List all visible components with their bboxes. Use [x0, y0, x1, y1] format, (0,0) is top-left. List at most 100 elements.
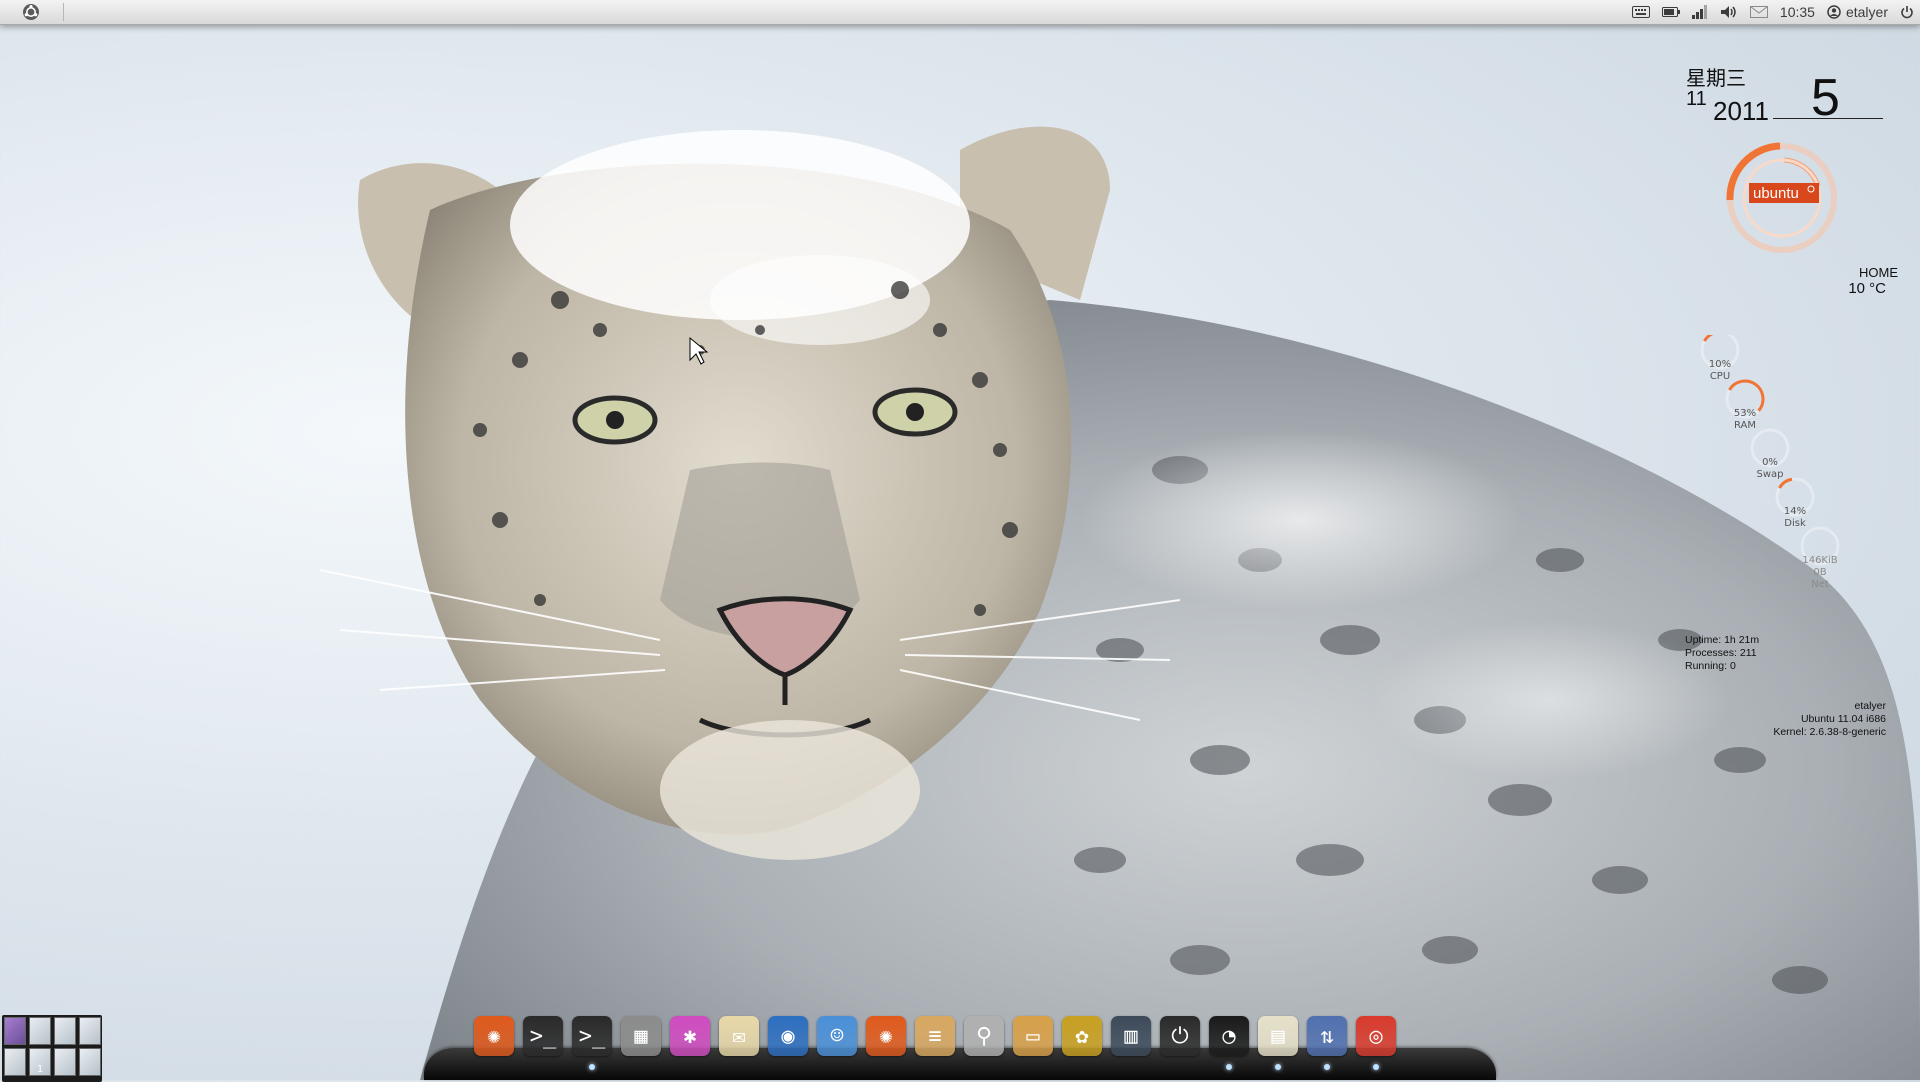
- search-icon[interactable]: ⚲: [964, 1016, 1004, 1056]
- running-indicator: [1275, 1064, 1281, 1070]
- mail-client-icon[interactable]: ✉: [719, 1016, 759, 1056]
- calendar-weekday: 星期三: [1686, 66, 1746, 90]
- running-text: Running: 0: [1685, 660, 1736, 672]
- workspace-switcher: 1: [2, 1015, 102, 1082]
- disk-label: Disk: [1784, 518, 1806, 529]
- cpu-ring-arc: [1703, 332, 1714, 342]
- clock-applet-glyph: ◔: [1222, 1023, 1236, 1049]
- system-monitor-rings: 10% CPU 53% RAM 0% Swap 14% Disk 146KiB …: [1700, 330, 1860, 605]
- mail-client-glyph: ✉: [732, 1023, 746, 1049]
- chrome-icon[interactable]: ◎: [1356, 1016, 1396, 1070]
- cpu-value: 10%: [1708, 359, 1732, 370]
- workspace-5[interactable]: [4, 1048, 26, 1076]
- running-indicator: [1324, 1064, 1330, 1070]
- power-icon[interactable]: [1900, 0, 1914, 24]
- terminal-glyph: >_: [578, 1023, 606, 1049]
- user-menu[interactable]: etalyer: [1827, 0, 1888, 24]
- workspace-3[interactable]: [54, 1017, 76, 1045]
- top-panel: 10:35 etalyer: [0, 0, 1920, 25]
- workspace-6[interactable]: 1: [29, 1048, 51, 1076]
- calendar-underline: [1773, 118, 1883, 119]
- ram-label: RAM: [1733, 420, 1756, 431]
- mail-icon[interactable]: [1749, 0, 1768, 24]
- user-name: etalyer: [1845, 4, 1888, 20]
- swap-stat: 0% Swap: [1752, 457, 1788, 481]
- indicator-tray: 10:35 etalyer: [1631, 0, 1914, 24]
- empathy-chat-glyph: ☺: [830, 1023, 844, 1049]
- document-viewer-icon[interactable]: ▤: [1258, 1016, 1298, 1070]
- process-info: Uptime: 1h 21m Processes: 211 Running: 0: [1685, 634, 1759, 673]
- chrome-glyph: ◎: [1369, 1023, 1383, 1049]
- processes-text: Processes: 211: [1685, 647, 1757, 659]
- battery-icon[interactable]: [1661, 0, 1680, 24]
- running-indicator: [589, 1064, 595, 1070]
- photo-viewer-glyph: ✿: [1075, 1023, 1089, 1049]
- terminal-icon[interactable]: >_: [572, 1016, 612, 1070]
- host-info: etalyer Ubuntu 11.04 i686 Kernel: 2.6.38…: [1740, 700, 1886, 739]
- user-icon: [1827, 5, 1841, 19]
- disk-stat: 14% Disk: [1777, 506, 1813, 530]
- firefox-glyph: ◉: [781, 1023, 795, 1049]
- workspace-2[interactable]: [29, 1017, 51, 1045]
- calculator-glyph: ▦: [634, 1023, 648, 1049]
- clock-applet-icon[interactable]: ◔: [1209, 1016, 1249, 1070]
- net-label: Net: [1811, 579, 1829, 590]
- host-user: etalyer: [1854, 700, 1886, 712]
- shutdown-icon[interactable]: ⏻: [1160, 1016, 1200, 1056]
- uptime-text: Uptime: 1h 21m: [1685, 634, 1760, 646]
- ubuntu-logo-ring-widget: ubuntu: [1726, 142, 1837, 253]
- calendar-day: 5: [1811, 69, 1840, 127]
- ram-stat: 53% RAM: [1727, 408, 1763, 432]
- folder-icon[interactable]: ▭: [1013, 1016, 1053, 1056]
- calendar-month: 11: [1686, 88, 1707, 110]
- volume-icon[interactable]: [1720, 0, 1738, 24]
- workspace-current-label: 1: [36, 1064, 44, 1075]
- calendar-year: 2011: [1713, 96, 1769, 126]
- clock-text: 10:35: [1779, 4, 1815, 20]
- ubuntu-one-icon[interactable]: ✺: [866, 1016, 906, 1056]
- network-signal-icon[interactable]: [1691, 0, 1708, 24]
- document-viewer-glyph: ▤: [1271, 1023, 1285, 1049]
- ubuntu-one-glyph: ✺: [879, 1023, 893, 1049]
- panel-separator: [63, 3, 64, 21]
- ubuntu-software-center-icon[interactable]: ✺: [474, 1016, 514, 1056]
- cpu-stat: 10% CPU: [1702, 359, 1738, 383]
- swap-value: 0%: [1762, 457, 1778, 468]
- ubuntu-software-center-glyph: ✺: [487, 1023, 501, 1049]
- net-down: 0B: [1813, 567, 1827, 578]
- folder-glyph: ▭: [1026, 1023, 1040, 1049]
- desktop-wallpaper: [319, 126, 1920, 1080]
- search-glyph: ⚲: [975, 1023, 993, 1049]
- photo-viewer-icon[interactable]: ✿: [1062, 1016, 1102, 1056]
- host-os: Ubuntu 11.04 i686: [1800, 713, 1886, 725]
- ram-value: 53%: [1733, 408, 1757, 419]
- system-monitor-icon[interactable]: ▥: [1111, 1016, 1151, 1056]
- cpu-label: CPU: [1709, 371, 1731, 382]
- running-indicator: [1373, 1064, 1379, 1070]
- system-monitor-glyph: ▥: [1124, 1023, 1138, 1049]
- keyboard-icon[interactable]: [1631, 0, 1650, 24]
- terminal-icon[interactable]: >_: [523, 1016, 563, 1056]
- weather-temperature: 10 °C: [1848, 280, 1886, 297]
- weather-location: HOME: [1859, 265, 1898, 280]
- shutdown-glyph: ⏻: [1171, 1023, 1189, 1049]
- ubuntu-logo-text: ubuntu: [1753, 185, 1799, 202]
- terminal-glyph: >_: [529, 1023, 557, 1049]
- transmission-icon[interactable]: ⇅: [1307, 1016, 1347, 1070]
- dock: ✺ >_ >_ ▦ ✱ ✉ ◉ ☺ ✺ ≡ ⚲ ▭ ✿ ▥ ⏻ ◔ ▤ ⇅ ◎: [474, 1016, 1396, 1070]
- firefox-icon[interactable]: ◉: [768, 1016, 808, 1056]
- ubuntu-bfb-icon[interactable]: [22, 3, 40, 21]
- workspace-1[interactable]: [4, 1017, 26, 1045]
- net-stat: 146KiB 0B Net: [1800, 555, 1840, 591]
- text-editor-glyph: ≡: [928, 1023, 942, 1049]
- text-editor-icon[interactable]: ≡: [915, 1016, 955, 1056]
- net-up: 146KiB: [1802, 555, 1838, 566]
- workspace-7[interactable]: [54, 1048, 76, 1076]
- empathy-chat-icon[interactable]: ☺: [817, 1016, 857, 1056]
- color-picker-icon[interactable]: ✱: [670, 1016, 710, 1056]
- running-indicator: [1226, 1064, 1232, 1070]
- panel-clock[interactable]: 10:35: [1780, 0, 1815, 24]
- workspace-4[interactable]: [79, 1017, 101, 1045]
- workspace-8[interactable]: [79, 1048, 101, 1076]
- calculator-icon[interactable]: ▦: [621, 1016, 661, 1056]
